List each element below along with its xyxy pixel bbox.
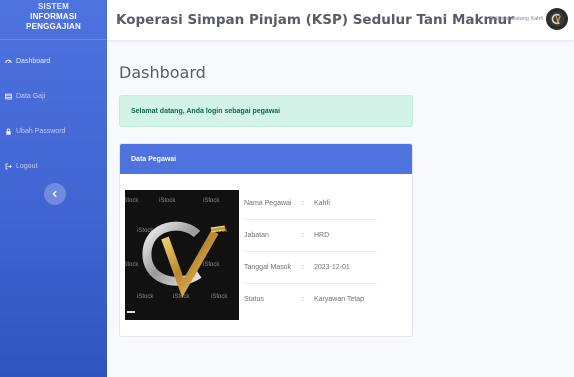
card-header: Data Pegawai: [120, 144, 412, 174]
sidebar-item-logout[interactable]: Logout: [0, 157, 107, 175]
alert-text: Selamat datang, Anda login sebagai pegaw…: [131, 107, 281, 115]
employee-info: Nama Pegawai : Kahfi Jabatan : HRD Tangg…: [244, 187, 377, 315]
sidebar-item-dashboard[interactable]: Dashboard: [0, 52, 107, 70]
sidebar-item-label: Data Gaji: [16, 92, 46, 100]
sidebar: SISTEM INFORMASI PENGGAJIAN Dashboard Da…: [0, 0, 107, 377]
sidebar-brand[interactable]: SISTEM INFORMASI PENGGAJIAN: [0, 0, 107, 40]
chevron-left-icon: [51, 185, 59, 203]
cv-logo-graphic: [127, 221, 226, 313]
info-row-nama: Nama Pegawai : Kahfi: [244, 187, 377, 219]
employee-photo: iStock iStock iStock iStock iStock iStoc…: [125, 190, 239, 320]
info-row-status: Status : Karyawan Tetap: [244, 283, 377, 315]
app-root: SISTEM INFORMASI PENGGAJIAN Dashboard Da…: [0, 0, 574, 377]
sidebar-item-data-gaji[interactable]: Data Gaji: [0, 87, 107, 105]
info-value: Kahfi: [314, 199, 330, 207]
info-value: 2023-12-01: [314, 264, 350, 271]
employee-card: Data Pegawai iStock iStock iStock iStock…: [119, 143, 413, 337]
info-label: Tanggal Masuk: [244, 264, 292, 271]
welcome-text: Selamat Datang Kahfi: [489, 16, 543, 22]
info-row-jabatan: Jabatan : HRD: [244, 219, 377, 251]
brand-line-2: INFORMASI: [30, 11, 77, 21]
sidebar-nav: Dashboard Data Gaji Ubah Password Logout: [0, 52, 107, 175]
card-title: Data Pegawai: [131, 155, 177, 163]
info-row-tanggal-masuk: Tanggal Masuk : 2023-12-01: [244, 251, 377, 283]
brand-line-3: PENGGAJIAN: [26, 21, 81, 31]
sidebar-item-label: Ubah Password: [16, 127, 66, 135]
info-separator: :: [302, 232, 304, 239]
brand-line-1: SISTEM: [38, 1, 69, 11]
info-separator: :: [302, 199, 304, 207]
info-label: Nama Pegawai: [244, 199, 292, 207]
info-value: Karyawan Tetap: [314, 296, 365, 303]
gauge-icon: [5, 58, 12, 65]
table-icon: [5, 93, 12, 100]
user-dropdown[interactable]: Selamat Datang Kahfi: [489, 8, 568, 30]
sidebar-item-label: Logout: [16, 162, 38, 170]
avatar[interactable]: [546, 8, 568, 30]
lock-icon: [5, 128, 12, 135]
info-separator: :: [302, 264, 304, 271]
info-separator: :: [302, 296, 304, 303]
info-value: HRD: [314, 232, 330, 239]
welcome-alert: Selamat datang, Anda login sebagai pegaw…: [119, 95, 413, 127]
sidebar-item-ubah-password[interactable]: Ubah Password: [0, 122, 107, 140]
logout-icon: [5, 163, 12, 170]
info-label: Status: [244, 296, 264, 303]
sidebar-item-label: Dashboard: [16, 57, 51, 65]
page-title: Dashboard: [119, 63, 206, 82]
info-label: Jabatan: [244, 232, 269, 239]
app-title: Koperasi Simpan Pinjam (KSP) Sedulur Tan…: [116, 12, 514, 28]
sidebar-toggle-button[interactable]: [44, 183, 66, 205]
topbar: Koperasi Simpan Pinjam (KSP) Sedulur Tan…: [107, 0, 574, 40]
